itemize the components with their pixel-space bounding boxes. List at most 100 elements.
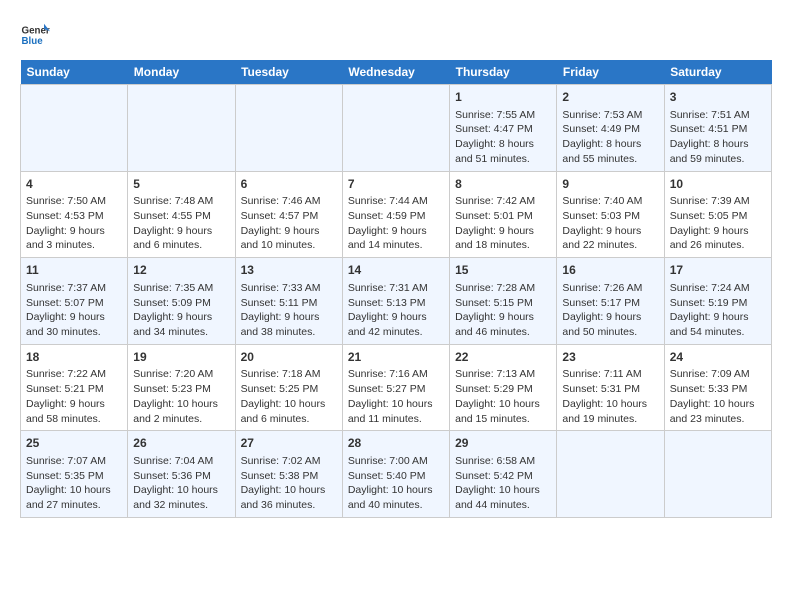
day-info-line: and 22 minutes. <box>562 238 658 253</box>
day-info-line: Sunset: 5:17 PM <box>562 296 658 311</box>
day-info-line: and 11 minutes. <box>348 412 444 427</box>
day-info-line: Daylight: 8 hours <box>670 137 766 152</box>
weekday-header-tuesday: Tuesday <box>235 60 342 85</box>
day-info-line: Daylight: 10 hours <box>348 397 444 412</box>
calendar-cell: 13Sunrise: 7:33 AMSunset: 5:11 PMDayligh… <box>235 258 342 345</box>
day-info-line: Sunrise: 7:48 AM <box>133 194 229 209</box>
day-info-line: Sunset: 4:59 PM <box>348 209 444 224</box>
weekday-header-friday: Friday <box>557 60 664 85</box>
day-number: 4 <box>26 176 122 193</box>
day-info-line: Sunset: 5:21 PM <box>26 382 122 397</box>
day-number: 6 <box>241 176 337 193</box>
day-info-line: Daylight: 9 hours <box>241 224 337 239</box>
day-info-line: and 42 minutes. <box>348 325 444 340</box>
day-info-line: Sunset: 5:38 PM <box>241 469 337 484</box>
day-number: 17 <box>670 262 766 279</box>
day-info-line: Daylight: 9 hours <box>133 224 229 239</box>
logo: General Blue <box>20 20 50 50</box>
day-info-line: Daylight: 10 hours <box>670 397 766 412</box>
day-info-line: Sunrise: 7:46 AM <box>241 194 337 209</box>
day-info-line: Sunset: 5:01 PM <box>455 209 551 224</box>
calendar-cell <box>21 85 128 172</box>
logo-icon: General Blue <box>20 20 50 50</box>
calendar-header-row: SundayMondayTuesdayWednesdayThursdayFrid… <box>21 60 772 85</box>
day-info-line: and 2 minutes. <box>133 412 229 427</box>
day-info-line: Sunrise: 7:42 AM <box>455 194 551 209</box>
day-number: 8 <box>455 176 551 193</box>
day-info-line: Sunset: 4:51 PM <box>670 122 766 137</box>
day-info-line: and 36 minutes. <box>241 498 337 513</box>
day-info-line: and 51 minutes. <box>455 152 551 167</box>
day-info-line: Sunrise: 7:07 AM <box>26 454 122 469</box>
day-number: 26 <box>133 435 229 452</box>
day-number: 18 <box>26 349 122 366</box>
calendar-cell: 3Sunrise: 7:51 AMSunset: 4:51 PMDaylight… <box>664 85 771 172</box>
day-number: 3 <box>670 89 766 106</box>
day-number: 1 <box>455 89 551 106</box>
calendar-cell: 16Sunrise: 7:26 AMSunset: 5:17 PMDayligh… <box>557 258 664 345</box>
day-number: 27 <box>241 435 337 452</box>
day-info-line: Sunrise: 7:20 AM <box>133 367 229 382</box>
day-info-line: Sunset: 4:55 PM <box>133 209 229 224</box>
day-number: 21 <box>348 349 444 366</box>
day-number: 25 <box>26 435 122 452</box>
day-info-line: Daylight: 10 hours <box>348 483 444 498</box>
calendar-cell: 29Sunrise: 6:58 AMSunset: 5:42 PMDayligh… <box>450 431 557 518</box>
day-number: 13 <box>241 262 337 279</box>
calendar-cell: 20Sunrise: 7:18 AMSunset: 5:25 PMDayligh… <box>235 344 342 431</box>
day-info-line: Sunrise: 7:35 AM <box>133 281 229 296</box>
day-info-line: Daylight: 9 hours <box>670 224 766 239</box>
calendar-cell <box>557 431 664 518</box>
day-info-line: Sunset: 5:03 PM <box>562 209 658 224</box>
day-info-line: Daylight: 8 hours <box>455 137 551 152</box>
day-info-line: Daylight: 10 hours <box>455 397 551 412</box>
day-info-line: and 59 minutes. <box>670 152 766 167</box>
day-info-line: and 44 minutes. <box>455 498 551 513</box>
calendar-cell <box>664 431 771 518</box>
calendar-cell: 10Sunrise: 7:39 AMSunset: 5:05 PMDayligh… <box>664 171 771 258</box>
calendar-cell: 23Sunrise: 7:11 AMSunset: 5:31 PMDayligh… <box>557 344 664 431</box>
day-info-line: Daylight: 9 hours <box>133 310 229 325</box>
day-info-line: Daylight: 9 hours <box>562 224 658 239</box>
calendar-cell: 18Sunrise: 7:22 AMSunset: 5:21 PMDayligh… <box>21 344 128 431</box>
day-info-line: Sunset: 5:36 PM <box>133 469 229 484</box>
day-info-line: and 6 minutes. <box>241 412 337 427</box>
day-info-line: Daylight: 10 hours <box>455 483 551 498</box>
day-info-line: Sunrise: 7:50 AM <box>26 194 122 209</box>
day-info-line: Daylight: 8 hours <box>562 137 658 152</box>
day-info-line: Sunset: 5:19 PM <box>670 296 766 311</box>
day-info-line: Sunrise: 7:31 AM <box>348 281 444 296</box>
day-info-line: Daylight: 9 hours <box>455 224 551 239</box>
calendar-cell: 6Sunrise: 7:46 AMSunset: 4:57 PMDaylight… <box>235 171 342 258</box>
header: General Blue <box>20 20 772 50</box>
day-info-line: Sunset: 5:40 PM <box>348 469 444 484</box>
day-info-line: and 50 minutes. <box>562 325 658 340</box>
day-number: 28 <box>348 435 444 452</box>
calendar-week-row: 25 Sunrise: 7:07 AMSunset: 5:35 PM Dayligh… <box>21 431 772 518</box>
calendar-week-row: 11Sunrise: 7:37 AMSunset: 5:07 PMDayligh… <box>21 258 772 345</box>
calendar-cell: 21Sunrise: 7:16 AMSunset: 5:27 PMDayligh… <box>342 344 449 431</box>
calendar-cell: 5Sunrise: 7:48 AMSunset: 4:55 PMDaylight… <box>128 171 235 258</box>
calendar-cell: 12Sunrise: 7:35 AMSunset: 5:09 PMDayligh… <box>128 258 235 345</box>
day-info-line: and 40 minutes. <box>348 498 444 513</box>
day-info-line: Sunrise: 7:18 AM <box>241 367 337 382</box>
day-info-line: and 18 minutes. <box>455 238 551 253</box>
day-info-line: Sunrise: 7:40 AM <box>562 194 658 209</box>
calendar-cell: 19Sunrise: 7:20 AMSunset: 5:23 PMDayligh… <box>128 344 235 431</box>
day-info-line: Sunset: 5:09 PM <box>133 296 229 311</box>
calendar-cell: 7Sunrise: 7:44 AMSunset: 4:59 PMDaylight… <box>342 171 449 258</box>
day-info-line: Sunrise: 7:04 AM <box>133 454 229 469</box>
day-number: 9 <box>562 176 658 193</box>
day-number: 24 <box>670 349 766 366</box>
weekday-header-monday: Monday <box>128 60 235 85</box>
calendar-cell: 27Sunrise: 7:02 AMSunset: 5:38 PMDayligh… <box>235 431 342 518</box>
calendar-cell: 17Sunrise: 7:24 AMSunset: 5:19 PMDayligh… <box>664 258 771 345</box>
day-info-line: Daylight: 10 hours <box>133 397 229 412</box>
day-info-line: and 54 minutes. <box>670 325 766 340</box>
calendar-cell <box>128 85 235 172</box>
day-info-line: Daylight: 9 hours <box>241 310 337 325</box>
day-info-line: Sunset: 5:29 PM <box>455 382 551 397</box>
day-number: 19 <box>133 349 229 366</box>
day-info-line: Sunset: 5:35 PM <box>26 469 122 484</box>
day-info-line: Sunrise: 7:16 AM <box>348 367 444 382</box>
